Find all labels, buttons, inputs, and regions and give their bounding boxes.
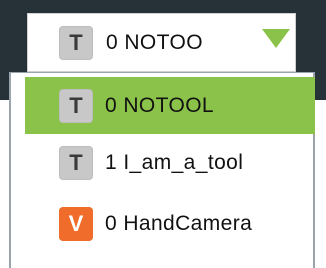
combo-type-badge: T [59,25,93,60]
dropdown-option-i-am-a-tool[interactable]: T 1 I_am_a_tool [25,134,315,191]
option-label: 0 NOTOOL [105,93,215,117]
combo-selected-value: 0 NOTOO [106,30,203,54]
dropdown-option-handcamera[interactable]: V 0 HandCamera [25,195,315,252]
tool-dropdown-list: T 0 NOTOOL T 1 I_am_a_tool V 0 HandCamer… [9,72,315,268]
option-label: 0 HandCamera [105,211,253,235]
dropdown-option-notool[interactable]: T 0 NOTOOL [25,77,315,134]
option-type-badge: T [59,145,93,180]
tool-selector-screen: T 0 NOTOO T 0 NOTOOL T 1 I_am_a_tool V 0… [0,0,326,268]
option-type-badge: T [59,88,93,123]
option-label: 1 I_am_a_tool [105,150,244,174]
tool-combobox[interactable]: T 0 NOTOO [27,13,296,72]
option-type-badge: V [59,206,93,241]
triangle-down-icon[interactable] [262,29,290,48]
